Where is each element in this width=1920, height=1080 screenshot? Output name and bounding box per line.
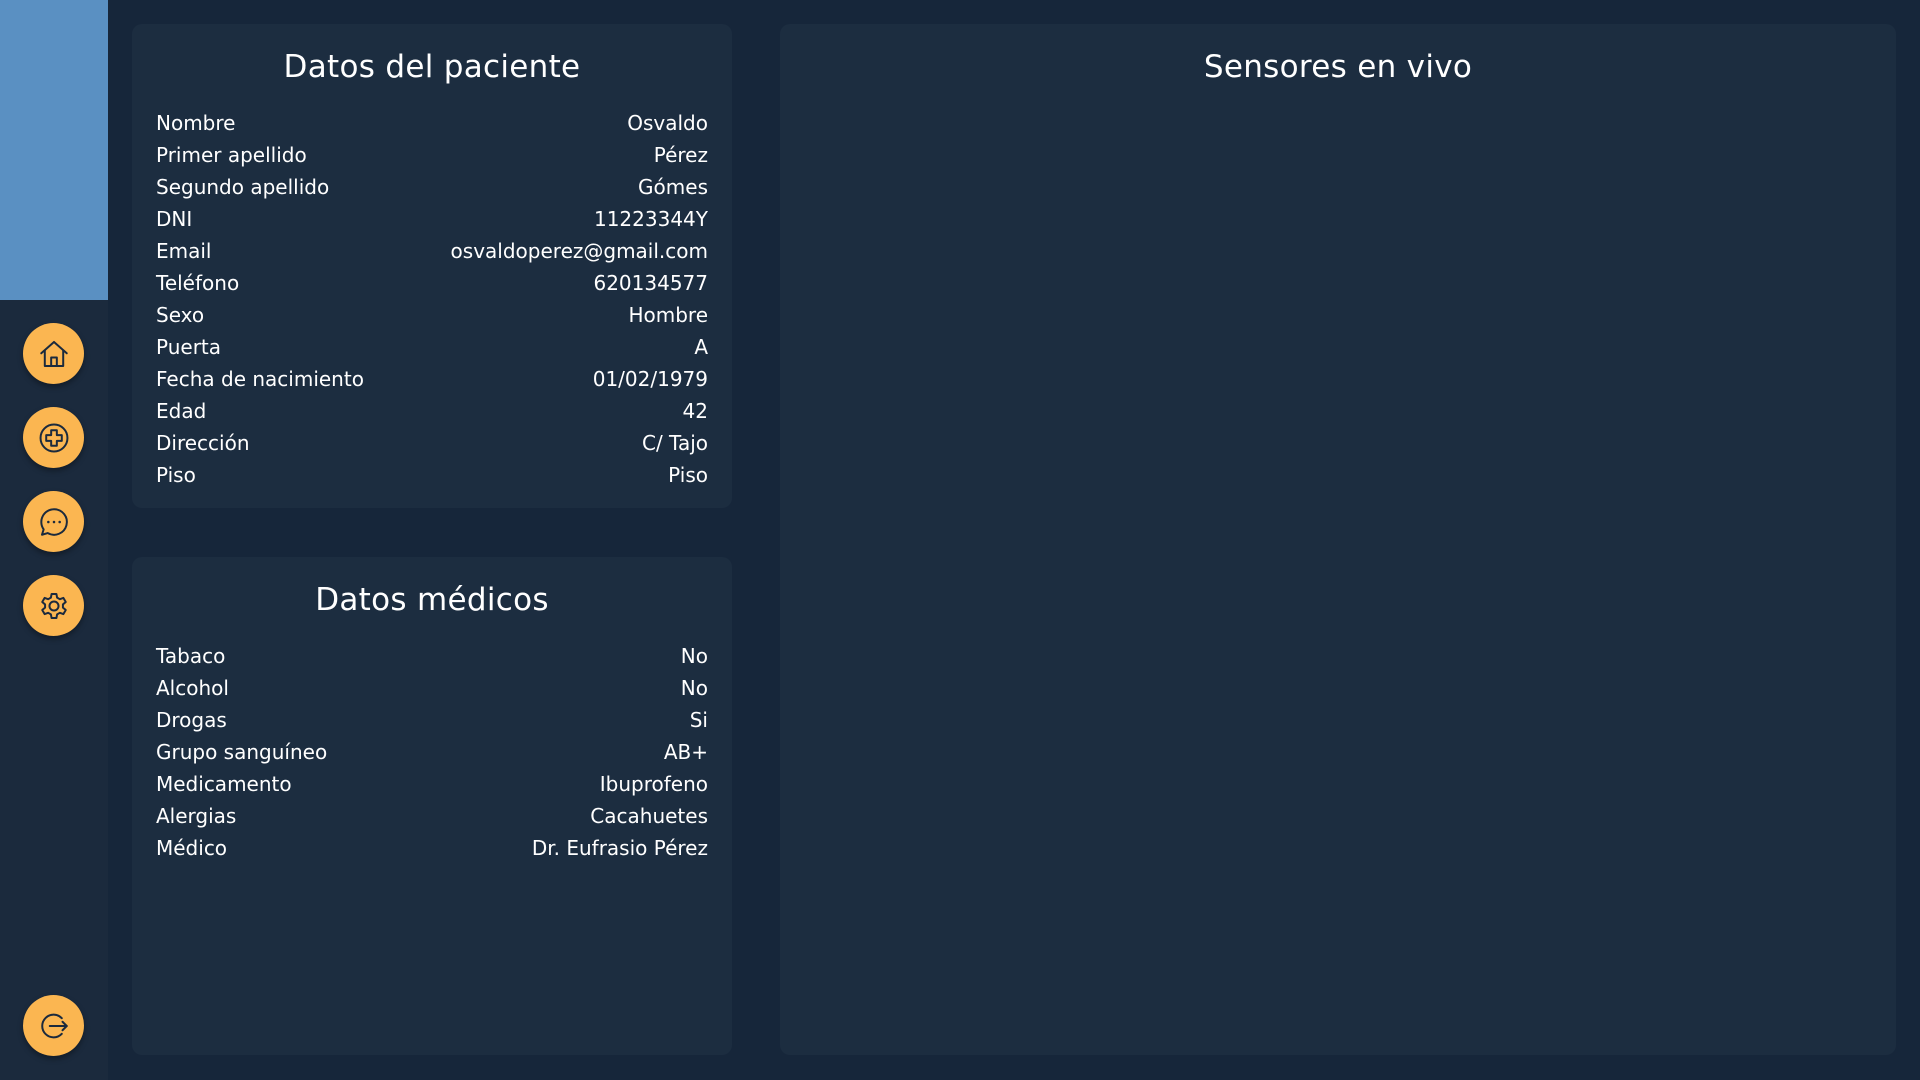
field-label: Primer apellido (156, 143, 307, 167)
patient-row-direccion: Dirección C/ Tajo (156, 427, 708, 459)
field-value: A (694, 335, 708, 359)
field-label: Nombre (156, 111, 236, 135)
field-value: Hombre (628, 303, 708, 327)
gear-icon (40, 592, 67, 619)
field-label: DNI (156, 207, 193, 231)
patient-row-segundo-apellido: Segundo apellido Gómes (156, 171, 708, 203)
patient-row-nombre: Nombre Osvaldo (156, 107, 708, 139)
field-label: Dirección (156, 431, 250, 455)
medical-card-title: Datos médicos (315, 582, 549, 618)
medical-row-medicamento: Medicamento Ibuprofeno (156, 768, 708, 800)
field-label: Edad (156, 399, 207, 423)
field-label: Medicamento (156, 772, 292, 796)
add-icon (39, 423, 68, 452)
home-icon (39, 340, 68, 367)
live-sensors-card: Sensores en vivo (780, 24, 1896, 1055)
sidebar (0, 0, 108, 1080)
settings-button[interactable] (23, 575, 84, 636)
field-label: Segundo apellido (156, 175, 330, 199)
field-label: Teléfono (156, 271, 240, 295)
field-value: 11223344Y (593, 207, 708, 231)
field-value: 01/02/1979 (592, 367, 708, 391)
home-button[interactable] (23, 323, 84, 384)
patient-row-dni: DNI 11223344Y (156, 203, 708, 235)
patient-row-piso: Piso Piso (156, 459, 708, 491)
logout-button[interactable] (23, 995, 84, 1056)
field-label: Médico (156, 836, 228, 860)
field-value: Cacahuetes (590, 804, 708, 828)
field-label: Fecha de nacimiento (156, 367, 364, 391)
field-value: C/ Tajo (641, 431, 708, 455)
patient-data-card: Datos del paciente Nombre Osvaldo Primer … (132, 24, 732, 508)
field-label: Tabaco (156, 644, 226, 668)
field-value: Osvaldo (627, 111, 708, 135)
field-label: Grupo sanguíneo (156, 740, 328, 764)
medical-data-list: Tabaco No Alcohol No Drogas Si Grupo sanguí… (132, 640, 732, 864)
patient-row-primer-apellido: Primer apellido Pérez (156, 139, 708, 171)
medical-row-alergias: Alergias Cacahuetes (156, 800, 708, 832)
app: Datos del paciente Nombre Osvaldo Primer … (0, 0, 1920, 1080)
chat-icon (39, 507, 68, 536)
field-value: osvaldoperez@gmail.com (450, 239, 708, 263)
field-value: Dr. Eufrasio Pérez (531, 836, 708, 860)
medical-row-medico: Médico Dr. Eufrasio Pérez (156, 832, 708, 864)
patient-row-email: Email osvaldoperez@gmail.com (156, 235, 708, 267)
field-label: Sexo (156, 303, 205, 327)
sidebar-header-panel (0, 0, 108, 300)
field-value: AB+ (663, 740, 708, 764)
field-value: No (680, 644, 708, 668)
medical-row-alcohol: Alcohol No (156, 672, 708, 704)
field-label: Email (156, 239, 212, 263)
patient-data-list: Nombre Osvaldo Primer apellido Pérez Segun… (132, 107, 732, 491)
sensors-card-title: Sensores en vivo (1203, 49, 1473, 85)
patient-card-title: Datos del paciente (283, 49, 581, 85)
medical-row-tabaco: Tabaco No (156, 640, 708, 672)
patient-row-fecha-nacimiento: Fecha de nacimiento 01/02/1979 (156, 363, 708, 395)
field-value: 620134577 (593, 271, 708, 295)
medical-row-grupo-sanguineo: Grupo sanguíneo AB+ (156, 736, 708, 768)
medical-row-drogas: Drogas Si (156, 704, 708, 736)
field-label: Drogas (156, 708, 227, 732)
chat-button[interactable] (23, 491, 84, 552)
add-button[interactable] (23, 407, 84, 468)
field-value: 42 (682, 399, 708, 423)
patient-row-edad: Edad 42 (156, 395, 708, 427)
medical-data-card: Datos médicos Tabaco No Alcohol No Drogas S… (132, 557, 732, 1055)
field-value: Ibuprofeno (599, 772, 708, 796)
patient-row-sexo: Sexo Hombre (156, 299, 708, 331)
patient-row-telefono: Teléfono 620134577 (156, 267, 708, 299)
field-value: Pérez (653, 143, 708, 167)
logout-icon (40, 1013, 68, 1038)
patient-row-puerta: Puerta A (156, 331, 708, 363)
field-value: Gómes (638, 175, 708, 199)
field-value: Si (689, 708, 708, 732)
field-value: Piso (668, 463, 708, 487)
field-label: Puerta (156, 335, 222, 359)
field-value: No (680, 676, 708, 700)
field-label: Piso (156, 463, 196, 487)
field-label: Alcohol (156, 676, 229, 700)
field-label: Alergias (156, 804, 237, 828)
